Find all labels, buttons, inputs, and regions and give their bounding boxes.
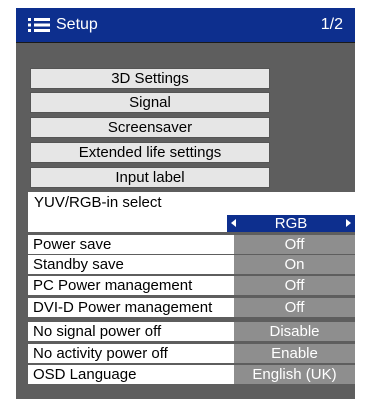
yuv-rgb-selector[interactable]: RGB: [227, 215, 355, 232]
setting-label: No activity power off: [28, 344, 234, 364]
setting-value[interactable]: Off: [234, 298, 355, 318]
setting-label: PC Power management: [28, 276, 234, 296]
setting-value[interactable]: Off: [234, 235, 355, 255]
setting-label: Standby save: [28, 255, 234, 275]
setting-row-pc-power-management[interactable]: PC Power management Off: [28, 276, 355, 296]
title-bar: Setup 1/2: [16, 8, 355, 43]
3d-settings-button[interactable]: 3D Settings: [30, 68, 270, 89]
setting-label: DVI-D Power management: [28, 298, 234, 318]
input-label-button[interactable]: Input label: [30, 167, 270, 188]
yuv-rgb-value: RGB: [274, 215, 308, 232]
yuv-rgb-select-row[interactable]: YUV/RGB-in select RGB: [28, 192, 355, 232]
setting-value[interactable]: Disable: [234, 322, 355, 342]
setting-value[interactable]: Off: [234, 276, 355, 296]
setting-value[interactable]: English (UK): [234, 365, 355, 385]
setting-label: Power save: [28, 235, 234, 255]
setting-row-no-activity-power-off[interactable]: No activity power off Enable: [28, 344, 355, 364]
setting-row-dvi-d-power-management[interactable]: DVI-D Power management Off: [28, 298, 355, 318]
page-title: Setup: [56, 16, 98, 33]
setting-value[interactable]: Enable: [234, 344, 355, 364]
yuv-rgb-select-label: YUV/RGB-in select: [34, 194, 162, 211]
setup-menu-panel: Setup 1/2 3D Settings Signal Screensaver…: [16, 8, 355, 399]
setting-label: OSD Language: [28, 365, 234, 385]
menu-list-icon: [28, 18, 50, 32]
extended-life-settings-button[interactable]: Extended life settings: [30, 142, 270, 163]
signal-button[interactable]: Signal: [30, 92, 270, 113]
setting-label: No signal power off: [28, 322, 234, 342]
setting-row-standby-save[interactable]: Standby save On: [28, 255, 355, 275]
setting-value[interactable]: On: [234, 255, 355, 275]
setting-row-power-save[interactable]: Power save Off: [28, 235, 355, 255]
setting-row-osd-language[interactable]: OSD Language English (UK): [28, 365, 355, 385]
setting-row-no-signal-power-off[interactable]: No signal power off Disable: [28, 322, 355, 342]
right-arrow-icon[interactable]: [346, 219, 351, 227]
screensaver-button[interactable]: Screensaver: [30, 117, 270, 138]
page-indicator: 1/2: [320, 16, 343, 33]
